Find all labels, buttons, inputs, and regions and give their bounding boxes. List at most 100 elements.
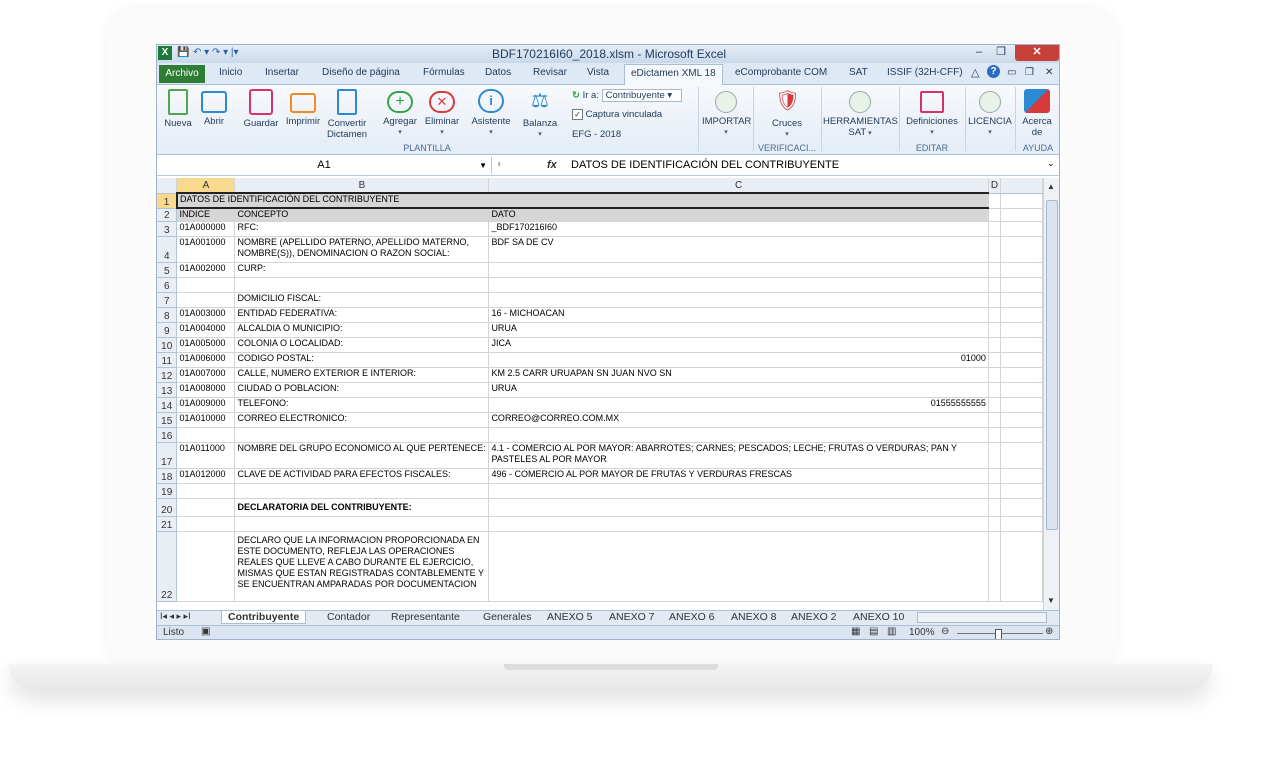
row-header[interactable]: 21 bbox=[157, 516, 178, 532]
horizontal-scrollbar[interactable] bbox=[917, 612, 1047, 623]
row-header[interactable]: 17 bbox=[157, 442, 178, 469]
row-header[interactable]: 13 bbox=[157, 382, 178, 398]
restore-button[interactable]: ❐ bbox=[991, 45, 1011, 61]
cell[interactable]: COLONIA O LOCALIDAD: bbox=[234, 337, 490, 353]
cell[interactable] bbox=[488, 262, 989, 278]
acerca-de-button[interactable]: Acerca de bbox=[1017, 89, 1057, 138]
zoom-level[interactable]: 100% bbox=[909, 627, 935, 638]
sheet-tab-anexo-7[interactable]: ANEXO 7 bbox=[609, 611, 655, 623]
cell[interactable] bbox=[1000, 337, 1043, 353]
cell[interactable] bbox=[988, 236, 1002, 263]
cell[interactable]: 01A012000 bbox=[176, 468, 236, 484]
tab-archivo[interactable]: Archivo bbox=[159, 65, 205, 83]
cell[interactable] bbox=[988, 221, 1002, 237]
tab-formulas[interactable]: Fórmulas bbox=[423, 67, 465, 78]
sheet-tab-anexo-5[interactable]: ANEXO 5 bbox=[547, 611, 593, 623]
row-header[interactable]: 2 bbox=[157, 208, 178, 222]
abrir-button[interactable]: Abrir bbox=[199, 89, 229, 127]
cell[interactable] bbox=[1000, 322, 1043, 338]
cell[interactable] bbox=[988, 498, 1002, 517]
cell[interactable] bbox=[176, 483, 236, 499]
cell[interactable]: CORREO@CORREO.COM.MX bbox=[488, 412, 989, 428]
cell[interactable] bbox=[488, 483, 989, 499]
cell[interactable] bbox=[1000, 352, 1043, 368]
cruces-button[interactable]: 🛡 Cruces ▾ bbox=[763, 89, 811, 140]
cell[interactable] bbox=[1000, 367, 1043, 383]
cell[interactable] bbox=[176, 292, 236, 308]
cell[interactable] bbox=[1000, 208, 1043, 222]
zoom-in-icon[interactable]: ⊕ bbox=[1045, 626, 1053, 637]
cell[interactable]: DOMICILIO FISCAL: bbox=[234, 292, 490, 308]
cell[interactable] bbox=[988, 367, 1002, 383]
row-header[interactable]: 11 bbox=[157, 352, 178, 368]
row-header[interactable]: 12 bbox=[157, 367, 178, 383]
cell[interactable] bbox=[176, 427, 236, 443]
row-header[interactable]: 15 bbox=[157, 412, 178, 428]
fx-icon[interactable]: fx bbox=[547, 159, 557, 171]
cell[interactable] bbox=[988, 397, 1002, 413]
cell[interactable] bbox=[988, 483, 1002, 499]
cell[interactable]: NOMBRE DEL GRUPO ECONOMICO AL QUE PERTEN… bbox=[234, 442, 490, 469]
view-normal-icon[interactable]: ▦ bbox=[851, 626, 860, 637]
cell[interactable] bbox=[234, 483, 490, 499]
row-header[interactable]: 22 bbox=[157, 531, 178, 602]
tab-insertar[interactable]: Insertar bbox=[265, 67, 299, 78]
cell[interactable]: 01A003000 bbox=[176, 307, 236, 323]
cell[interactable]: CURP: bbox=[234, 262, 490, 278]
definiciones-button[interactable]: Definiciones ▾ bbox=[901, 89, 963, 138]
cell[interactable]: URUA bbox=[488, 322, 989, 338]
select-all-corner[interactable] bbox=[157, 178, 178, 194]
cell[interactable]: ALCALDIA O MUNICIPIO: bbox=[234, 322, 490, 338]
macro-record-icon[interactable]: ▣ bbox=[201, 626, 210, 637]
cell[interactable]: TELEFONO: bbox=[234, 397, 490, 413]
cell[interactable]: 01555555555 bbox=[488, 397, 989, 413]
cell[interactable] bbox=[988, 193, 1002, 209]
cell[interactable] bbox=[988, 337, 1002, 353]
tab-ecomprobante[interactable]: eComprobante COM bbox=[735, 67, 827, 78]
cell[interactable] bbox=[988, 262, 1002, 278]
eliminar-button[interactable]: ✕ Eliminar ▾ bbox=[421, 89, 463, 138]
formula-content[interactable]: DATOS DE IDENTIFICACIÓN DEL CONTRIBUYENT… bbox=[571, 159, 839, 171]
cell[interactable] bbox=[1000, 307, 1043, 323]
cell[interactable]: CIUDAD O POBLACION: bbox=[234, 382, 490, 398]
cell[interactable] bbox=[488, 516, 989, 532]
sheet-tab-representante[interactable]: Representante bbox=[391, 611, 460, 623]
cell[interactable]: DATOS DE IDENTIFICACIÓN DEL CONTRIBUYENT… bbox=[175, 192, 989, 209]
cell[interactable] bbox=[988, 427, 1002, 443]
cell[interactable] bbox=[988, 208, 1002, 222]
cell[interactable]: 01A010000 bbox=[176, 412, 236, 428]
chevron-down-icon[interactable]: ▼ bbox=[479, 157, 487, 174]
row-header[interactable]: 8 bbox=[157, 307, 178, 323]
sheet-tab-anexo-6[interactable]: ANEXO 6 bbox=[669, 611, 715, 623]
cell[interactable] bbox=[1000, 483, 1043, 499]
cell[interactable] bbox=[1000, 193, 1043, 209]
agregar-button[interactable]: + Agregar ▾ bbox=[379, 89, 421, 138]
cell[interactable] bbox=[488, 531, 989, 602]
column-header-e[interactable] bbox=[1000, 178, 1043, 194]
cell[interactable] bbox=[1000, 292, 1043, 308]
scroll-down-icon[interactable]: ▼ bbox=[1047, 596, 1055, 605]
cell[interactable] bbox=[988, 352, 1002, 368]
minimize-button[interactable]: – bbox=[969, 45, 989, 61]
cell[interactable] bbox=[1000, 221, 1043, 237]
doc-restore-icon[interactable]: ❐ bbox=[1025, 67, 1034, 78]
view-layout-icon[interactable]: ▤ bbox=[869, 626, 878, 637]
column-header-b[interactable]: B bbox=[234, 178, 490, 194]
row-header[interactable]: 10 bbox=[157, 337, 178, 353]
cell[interactable]: CORREO ELECTRONICO: bbox=[234, 412, 490, 428]
cell[interactable]: NOMBRE (APELLIDO PATERNO, APELLIDO MATER… bbox=[234, 236, 490, 263]
cell[interactable] bbox=[988, 468, 1002, 484]
doc-minimize-icon[interactable]: ▭ bbox=[1007, 67, 1016, 78]
row-header[interactable]: 19 bbox=[157, 483, 178, 499]
cell[interactable]: 01A011000 bbox=[176, 442, 236, 469]
cell[interactable]: 01A001000 bbox=[176, 236, 236, 263]
row-header[interactable]: 1 bbox=[157, 193, 178, 209]
tab-sat[interactable]: SAT bbox=[849, 67, 868, 78]
captura-vinculada-checkbox[interactable]: ✓ Captura vinculada bbox=[572, 109, 662, 120]
cell[interactable]: URUA bbox=[488, 382, 989, 398]
column-header-a[interactable]: A bbox=[176, 178, 236, 194]
sheet-tab-contador[interactable]: Contador bbox=[327, 611, 370, 623]
herramientas-sat-button[interactable]: HERRAMIENTAS SAT ▾ bbox=[823, 89, 898, 139]
balanza-button[interactable]: ⚖ Balanza ▾ bbox=[519, 89, 561, 140]
cell[interactable] bbox=[988, 442, 1002, 469]
